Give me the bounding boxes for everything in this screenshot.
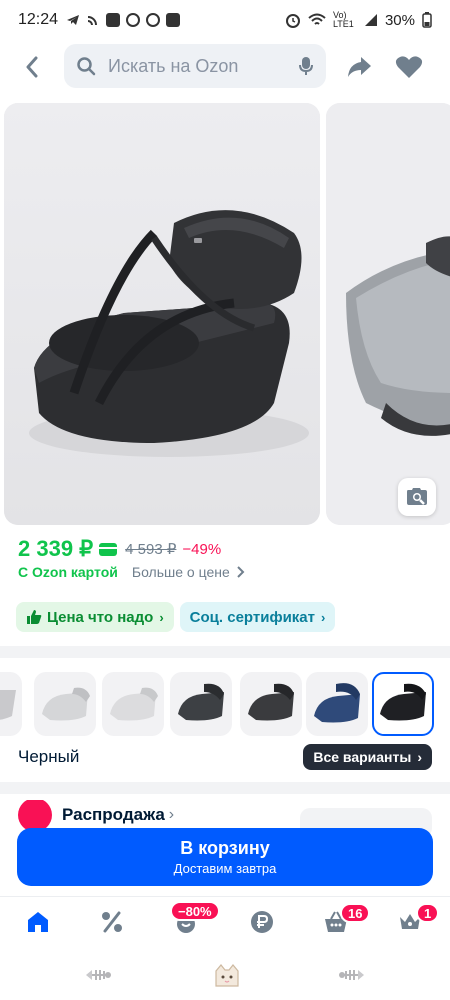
variant-image: [314, 683, 360, 723]
system-nav-bar: [0, 948, 450, 1000]
bottom-navigation: −80% 16 1: [0, 896, 450, 948]
alarm-icon: [285, 14, 300, 28]
telegram-icon: [67, 15, 80, 25]
product-image: [4, 103, 320, 525]
add-to-cart-label: В корзину: [180, 838, 270, 858]
sale-title: Распродажа: [62, 805, 165, 824]
target-icon: [126, 13, 141, 27]
search-bar[interactable]: Искать на Ozon: [64, 44, 326, 88]
add-to-cart-button[interactable]: В корзину Доставим завтра: [17, 828, 433, 886]
microphone-icon[interactable]: [298, 56, 314, 76]
cast-icon: [87, 16, 98, 26]
chip-social-certificate-chevron-icon: ›: [320, 609, 326, 625]
promo-chips: Цена что надо › Соц. сертификат ›: [16, 602, 336, 632]
nav-fresh[interactable]: −80%: [170, 901, 220, 937]
wifi-icon: [308, 13, 326, 25]
nav-discounts[interactable]: [96, 907, 128, 937]
heart-icon: [395, 56, 423, 78]
image-search-icon: [407, 488, 427, 505]
status-bar: 12:24 Vo) LTE1 30%: [0, 0, 450, 40]
nav-profile[interactable]: 1: [394, 903, 440, 937]
variant-thumb[interactable]: [170, 672, 232, 736]
section-divider-2: [0, 782, 450, 794]
ozon-card-icon: [99, 542, 118, 556]
variant-image: [0, 690, 16, 720]
color-row: Черный Все варианты ›: [18, 744, 432, 770]
profile-badge: 1: [416, 903, 440, 923]
price-discount: −49%: [182, 540, 222, 558]
cart-badge: 16: [340, 903, 371, 923]
share-arrow-icon: [348, 57, 371, 77]
nav-cart[interactable]: 16: [320, 903, 371, 937]
percent-icon: [102, 911, 122, 933]
chevron-left-icon: [26, 56, 38, 78]
target-icon-2: [146, 13, 161, 27]
product-image-2: [326, 103, 450, 525]
sale-section[interactable]: Распродажа ›: [18, 800, 174, 830]
search-placeholder[interactable]: Искать на Ozon: [108, 56, 298, 77]
chip-good-price-chevron-icon: ›: [159, 609, 164, 625]
variant-thumb[interactable]: [102, 672, 164, 736]
price-current: 2 339 ₽: [18, 536, 94, 561]
chevron-right-icon: [237, 566, 245, 578]
app-notification-icon: [106, 13, 121, 27]
product-photo-next[interactable]: [326, 103, 450, 525]
variant-thumb[interactable]: [240, 672, 302, 736]
nav-finance[interactable]: [246, 907, 278, 937]
chip-social-certificate-label: Соц. сертификат: [189, 608, 315, 626]
variant-image: [178, 683, 224, 721]
variant-thumb[interactable]: [306, 672, 368, 736]
network-label: Vo) LTE1: [332, 10, 354, 29]
all-variants-label: Все варианты: [313, 749, 412, 765]
status-right: Vo) LTE1 30%: [285, 11, 432, 29]
variant-thumb[interactable]: [0, 672, 22, 736]
variant-image: [248, 683, 294, 721]
product-photo-main[interactable]: [4, 103, 320, 525]
home-icon: [28, 912, 48, 932]
variant-thumb[interactable]: [34, 672, 96, 736]
fresh-badge: −80%: [170, 901, 220, 921]
product-gallery[interactable]: [0, 103, 450, 525]
battery-level: 30%: [384, 11, 415, 29]
signal-icon: [364, 14, 377, 26]
chip-good-price[interactable]: Цена что надо ›: [16, 602, 174, 632]
section-divider: [0, 646, 450, 658]
top-bar: Искать на Ozon: [0, 44, 450, 90]
visual-search-button[interactable]: [398, 478, 436, 516]
fish-bone-icon[interactable]: [82, 962, 112, 988]
status-notification-icons: [66, 13, 181, 27]
variant-image: [42, 687, 90, 721]
variant-thumb-selected[interactable]: [372, 672, 434, 736]
variant-image: [380, 683, 426, 721]
cat-home-icon[interactable]: [212, 962, 242, 988]
delivery-label: Доставим завтра: [173, 861, 277, 876]
sale-logo-icon: [18, 800, 52, 830]
all-variants-button[interactable]: Все варианты ›: [303, 744, 432, 770]
variant-image: [110, 687, 158, 721]
selected-color-name: Черный: [18, 747, 80, 766]
price-sub-row: С Ozon картой Больше о цене: [18, 564, 245, 580]
chevron-right-icon: ›: [417, 749, 422, 765]
favorite-button[interactable]: [394, 52, 424, 82]
sale-chevron-icon: ›: [168, 806, 175, 823]
back-button[interactable]: [18, 50, 46, 84]
share-button[interactable]: [344, 52, 374, 82]
battery-icon: [422, 12, 432, 28]
chip-social-certificate[interactable]: Соц. сертификат ›: [179, 602, 336, 632]
search-icon: [77, 57, 96, 76]
thumbs-up-icon: [27, 610, 42, 624]
price-old: 4 593 ₽: [125, 541, 177, 558]
ruble-icon: [251, 911, 273, 933]
variant-thumbnails: [0, 672, 450, 738]
media-icon: [166, 13, 181, 27]
more-about-price-link[interactable]: Больше о цене: [132, 564, 230, 580]
chip-good-price-label: Цена что надо: [47, 608, 154, 626]
status-time: 12:24: [18, 11, 59, 28]
price-row: 2 339 ₽ 4 593 ₽ −49%: [18, 534, 221, 564]
ozon-card-label: С Ozon картой: [18, 564, 118, 580]
nav-home[interactable]: [22, 907, 54, 937]
fish-bone-icon-2[interactable]: [338, 962, 368, 988]
